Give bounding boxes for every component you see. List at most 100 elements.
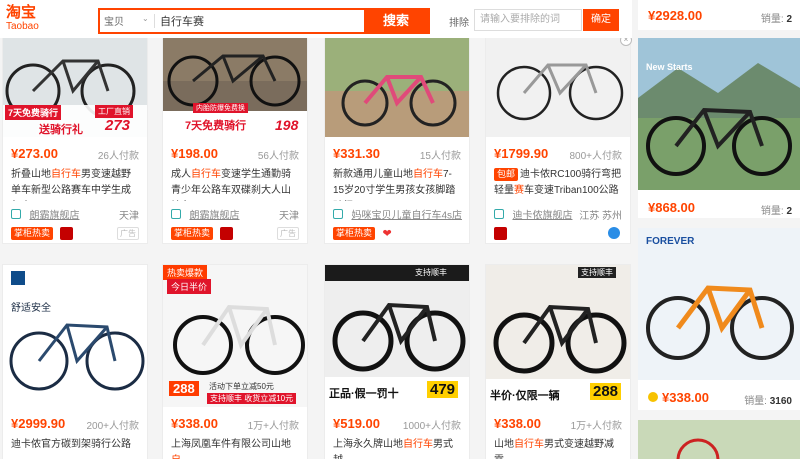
sidebar-item[interactable]: New Starts ¥868.00 销量: 2 bbox=[638, 38, 800, 218]
search-scope-select[interactable]: 宝贝 bbox=[104, 13, 124, 28]
promo-label: 今日半价 bbox=[167, 279, 212, 294]
ad-label: 广告 bbox=[117, 227, 139, 240]
product-title[interactable]: 山地自行车男式变速越野减震 bbox=[486, 435, 630, 459]
product-image[interactable] bbox=[486, 31, 630, 137]
sidebar-sales: 销量: 2 bbox=[760, 206, 792, 217]
promo-label: 内胎防爆免费换 bbox=[193, 103, 248, 113]
sales-count: 15人付款 bbox=[419, 151, 461, 162]
tmall-icon bbox=[60, 227, 74, 241]
price: ¥273.00 bbox=[11, 146, 58, 161]
search-input[interactable]: 自行车赛 bbox=[160, 13, 204, 29]
product-card[interactable]: 内胎防爆免费换 7天免费骑行 198 ¥198.00 56人付款 成人自行车变速… bbox=[162, 30, 308, 244]
shop-row: 迪卡侬旗舰店 江苏 苏州 bbox=[486, 205, 630, 223]
shop-icon bbox=[494, 208, 504, 219]
shop-link[interactable]: 迪卡侬旗舰店 bbox=[512, 210, 572, 221]
badge-row: 掌柜热卖 广告 bbox=[163, 225, 307, 243]
product-grid: 7天免费骑行 送骑行礼 工厂直销 273 ¥273.00 26人付款 折叠山地自… bbox=[0, 0, 632, 459]
gold-medal-icon bbox=[648, 392, 658, 402]
price: ¥1799.90 bbox=[494, 146, 549, 161]
hot-badge: 掌柜热卖 bbox=[333, 227, 376, 241]
badge-row: 掌柜热卖 广告 bbox=[3, 225, 147, 243]
product-title[interactable]: 新款通用儿童山地自行车7-15岁20寸学生男孩女孩脚踏骑行 bbox=[325, 165, 469, 201]
product-card[interactable]: ¥331.30 15人付款 新款通用儿童山地自行车7-15岁20寸学生男孩女孩脚… bbox=[324, 30, 470, 244]
tmall-icon bbox=[494, 227, 507, 241]
price-row: ¥198.00 56人付款 bbox=[163, 143, 307, 165]
exclude-confirm-button[interactable]: 确定 bbox=[583, 9, 619, 31]
brand-overlay: New Starts bbox=[646, 62, 693, 72]
price: ¥2999.90 bbox=[11, 416, 66, 431]
sidebar-recommendations: ¥2928.00 销量: 2 New Starts ¥868.00 销量: 2 bbox=[638, 0, 800, 459]
product-card[interactable]: 支持顺丰 半价·仅限一辆 288 ¥338.00 1万+人付款 山地自行车男式变… bbox=[485, 264, 631, 459]
free-shipping-tag: 包邮 bbox=[494, 167, 519, 181]
promo-label: 正品·假一罚十 bbox=[329, 388, 399, 400]
sales-count: 1万+人付款 bbox=[570, 421, 622, 432]
overlay-text: 舒适安全 bbox=[11, 303, 51, 314]
sidebar-sales: 销量: 3160 bbox=[744, 396, 792, 407]
promo-price: 288 bbox=[169, 381, 199, 396]
product-image[interactable]: 7天免费骑行 送骑行礼 工厂直销 273 bbox=[3, 31, 147, 137]
promo-label: 半价·仅限一辆 bbox=[490, 390, 560, 402]
product-title[interactable]: 迪卡侬官方碳到架骑行公路 bbox=[3, 435, 147, 459]
product-card[interactable]: 热卖爆款 今日半价 288 活动下单立减50元 支持顺丰 收货立减10元 ¥33… bbox=[162, 264, 308, 459]
product-card[interactable]: 舒适安全 ¥2999.90 200+人付款 迪卡侬官方碳到架骑行公路 bbox=[2, 264, 148, 459]
sidebar-image[interactable]: FOREVER bbox=[638, 228, 800, 380]
hot-badge: 掌柜热卖 bbox=[171, 227, 214, 241]
price-row: ¥273.00 26人付款 bbox=[3, 143, 147, 165]
product-title[interactable]: 包邮 迪卡侬RC100骑行弯把轻量赛车变速Triban100公路 bbox=[486, 165, 630, 201]
divider bbox=[154, 14, 155, 28]
product-title[interactable]: 折叠山地自行车男变速越野单车新型公路赛车中学生成年大 bbox=[3, 165, 147, 201]
product-card[interactable]: 7天免费骑行 送骑行礼 工厂直销 273 ¥273.00 26人付款 折叠山地自… bbox=[2, 30, 148, 244]
location: 天津 bbox=[279, 211, 299, 222]
sales-count: 200+人付款 bbox=[86, 421, 139, 432]
product-title[interactable]: 成人自行车变速学生通勤骑青少年公路车双碟刹大人山地车 bbox=[163, 165, 307, 201]
hot-badge: 掌柜热卖 bbox=[11, 227, 54, 241]
shop-link[interactable]: 朗霸旗舰店 bbox=[189, 210, 239, 221]
product-title[interactable]: 上海凤凰车件有限公司山地自 bbox=[163, 435, 307, 459]
shop-row: 朗霸旗舰店 天津 bbox=[3, 205, 147, 223]
search-bar: 宝贝 ⌄ 自行车赛 搜索 bbox=[98, 8, 430, 34]
sidebar-item[interactable]: ¥2928.00 销量: 2 bbox=[638, 0, 800, 30]
search-header: 淘宝 Taobao 宝贝 ⌄ 自行车赛 搜索 排除 请输入要排除的词 确定 bbox=[0, 0, 632, 38]
heart-icon: ❤ bbox=[382, 228, 392, 241]
logo-text-cn: 淘宝 bbox=[6, 4, 37, 21]
price: ¥338.00 bbox=[171, 416, 218, 431]
taobao-logo[interactable]: 淘宝 Taobao bbox=[6, 4, 66, 33]
sidebar-price: ¥868.00 bbox=[648, 200, 695, 215]
promo-price: 479 bbox=[427, 381, 459, 398]
shop-link[interactable]: 妈咪宝贝儿童自行车4s店 bbox=[351, 210, 462, 221]
sidebar-image[interactable]: New Starts bbox=[638, 38, 800, 190]
promo-label: 7天免费骑行 bbox=[185, 120, 247, 132]
price: ¥198.00 bbox=[171, 146, 218, 161]
product-image[interactable] bbox=[325, 31, 469, 137]
promo-label: 支持顺丰 bbox=[415, 268, 447, 277]
shop-icon bbox=[171, 208, 181, 219]
product-card[interactable]: ¥1799.90 800+人付款 包邮 迪卡侬RC100骑行弯把轻量赛车变速Tri… bbox=[485, 30, 631, 244]
price: ¥331.30 bbox=[333, 146, 380, 161]
price-row: ¥519.00 1000+人付款 bbox=[325, 413, 469, 435]
shop-icon bbox=[333, 208, 343, 219]
promo-label: 支持顺丰 收货立减10元 bbox=[207, 393, 297, 404]
search-button[interactable]: 搜索 bbox=[364, 10, 428, 32]
chat-icon[interactable] bbox=[608, 227, 620, 239]
product-image[interactable]: 支持顺丰 半价·仅限一辆 288 bbox=[486, 265, 630, 407]
price-row: ¥331.30 15人付款 bbox=[325, 143, 469, 165]
badge-row: 掌柜热卖 ❤ bbox=[325, 225, 469, 243]
product-title[interactable]: 上海永久牌山地自行车男式越 bbox=[325, 435, 469, 459]
promo-price: 273 bbox=[105, 117, 131, 134]
sales-count: 26人付款 bbox=[97, 151, 139, 162]
chevron-down-icon[interactable]: ⌄ bbox=[142, 14, 149, 23]
product-card[interactable]: 支持顺丰 正品·假一罚十 479 ¥519.00 1000+人付款 上海永久牌山… bbox=[324, 264, 470, 459]
product-image[interactable]: 热卖爆款 今日半价 288 活动下单立减50元 支持顺丰 收货立减10元 bbox=[163, 265, 307, 407]
exclude-input[interactable]: 请输入要排除的词 bbox=[474, 9, 582, 31]
sales-count: 1000+人付款 bbox=[402, 421, 461, 432]
search-results-page: 7天免费骑行 送骑行礼 工厂直销 273 ¥273.00 26人付款 折叠山地自… bbox=[0, 0, 800, 459]
product-image[interactable]: 支持顺丰 正品·假一罚十 479 bbox=[325, 265, 469, 407]
shop-row: 妈咪宝贝儿童自行车4s店 bbox=[325, 205, 469, 223]
sidebar-item[interactable]: FOREVER ¥338.00 销量: 3160 bbox=[638, 228, 800, 410]
product-image[interactable]: 内胎防爆免费换 7天免费骑行 198 bbox=[163, 31, 307, 137]
sidebar-item[interactable] bbox=[638, 420, 800, 459]
price-row: ¥2999.90 200+人付款 bbox=[3, 413, 147, 435]
location: 江苏 苏州 bbox=[579, 211, 622, 222]
shop-link[interactable]: 朗霸旗舰店 bbox=[29, 210, 79, 221]
product-image[interactable]: 舒适安全 bbox=[3, 265, 147, 407]
